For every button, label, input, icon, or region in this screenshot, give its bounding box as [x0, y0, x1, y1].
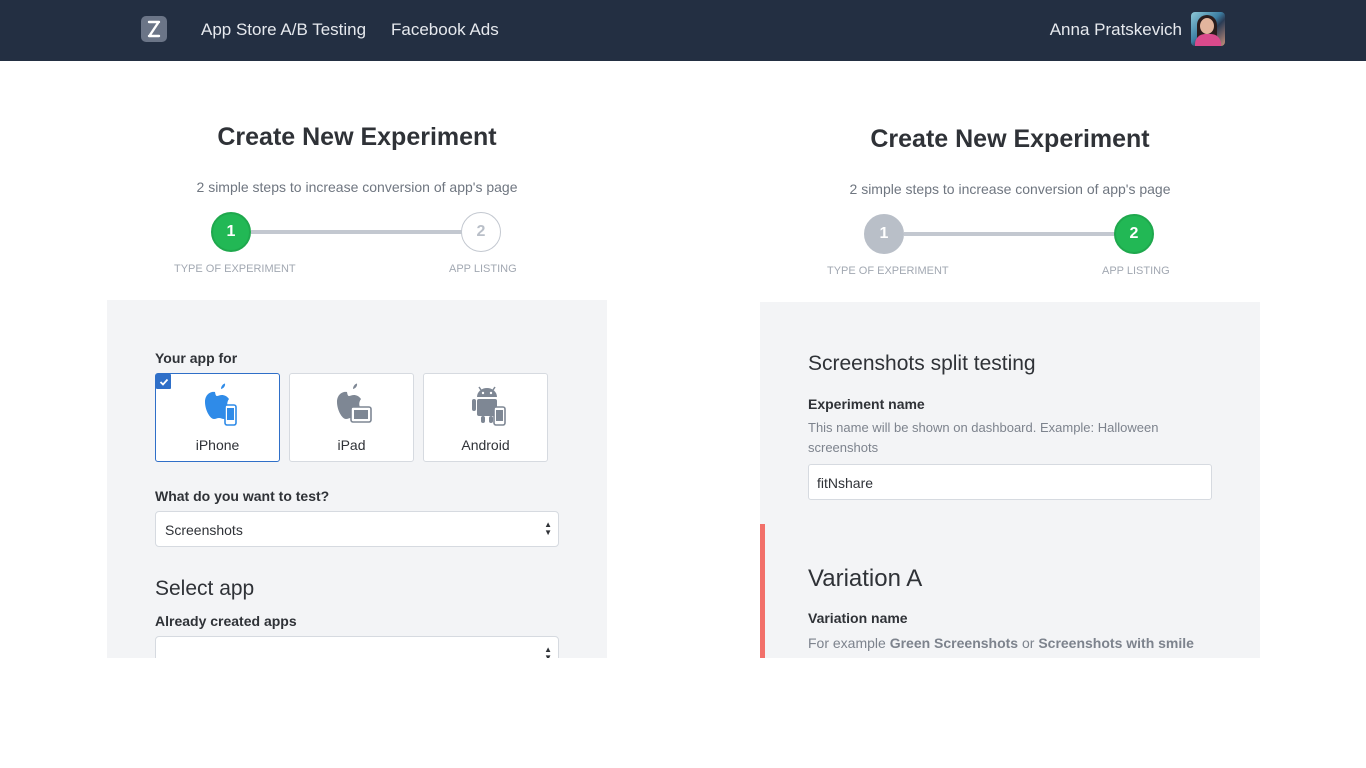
- page-title: Create New Experiment: [870, 125, 1150, 153]
- stepper-line: [904, 232, 1116, 236]
- variation-accent-bar: [760, 524, 765, 658]
- select-app-heading: Select app: [155, 577, 255, 600]
- page-subtitle: 2 simple steps to increase conversion of…: [849, 181, 1171, 197]
- top-navbar: App Store A/B Testing Facebook Ads Anna …: [0, 0, 1366, 61]
- step-1-label: TYPE OF EXPERIMENT: [174, 263, 296, 275]
- variation-name-help: For example Green Screenshots or Screens…: [808, 635, 1194, 651]
- experiment-name-value: fitNshare: [817, 475, 874, 491]
- nav-app-store-ab-testing[interactable]: App Store A/B Testing: [201, 20, 366, 40]
- experiment-name-label: Experiment name: [808, 396, 925, 412]
- what-to-test-label: What do you want to test?: [155, 488, 330, 504]
- select-arrows-icon: ▲ ▼: [544, 645, 552, 659]
- what-to-test-value: Screenshots: [165, 522, 243, 538]
- device-name-ipad: iPad: [337, 437, 366, 453]
- android-icon: [472, 386, 506, 426]
- step-2-circle[interactable]: 2: [1114, 214, 1154, 254]
- step-1-circle[interactable]: 1: [211, 212, 251, 252]
- device-name-android: Android: [461, 437, 510, 453]
- apple-iphone-icon: [205, 383, 237, 426]
- stepper-line: [251, 230, 463, 234]
- experiment-name-input[interactable]: fitNshare: [808, 464, 1212, 500]
- step-2-label: APP LISTING: [449, 263, 517, 275]
- step-1-circle[interactable]: 1: [864, 214, 904, 254]
- device-option-iphone[interactable]: iPhone: [155, 373, 280, 462]
- page-subtitle: 2 simple steps to increase conversion of…: [196, 179, 518, 195]
- select-arrows-icon: ▲ ▼: [544, 520, 552, 537]
- device-name-iphone: iPhone: [195, 437, 240, 453]
- step-2-label: APP LISTING: [1102, 265, 1170, 277]
- apple-ipad-icon: [337, 383, 372, 423]
- experiment-type-card: Your app for iPhone iPad Android What do…: [107, 300, 607, 658]
- app-logo-icon[interactable]: [141, 16, 167, 42]
- step-1-label: TYPE OF EXPERIMENT: [827, 265, 949, 277]
- user-avatar[interactable]: [1191, 12, 1225, 46]
- already-created-apps-select[interactable]: ▲ ▼: [155, 636, 559, 658]
- experiment-name-help: This name will be shown on dashboard. Ex…: [808, 420, 1159, 455]
- variation-a-heading: Variation A: [808, 565, 923, 592]
- nav-facebook-ads[interactable]: Facebook Ads: [391, 20, 499, 40]
- your-app-for-label: Your app for: [155, 350, 238, 366]
- device-option-android[interactable]: Android: [423, 373, 548, 462]
- device-option-ipad[interactable]: iPad: [289, 373, 414, 462]
- app-listing-card: Screenshots split testing Experiment nam…: [760, 302, 1260, 658]
- variation-name-label: Variation name: [808, 610, 908, 626]
- check-icon: [156, 374, 171, 389]
- step-2-circle[interactable]: 2: [461, 212, 501, 252]
- already-created-apps-label: Already created apps: [155, 613, 297, 629]
- screenshots-split-testing-heading: Screenshots split testing: [808, 352, 1036, 375]
- what-to-test-select[interactable]: Screenshots ▲ ▼: [155, 511, 559, 547]
- user-name[interactable]: Anna Pratskevich: [1050, 20, 1182, 40]
- page-title: Create New Experiment: [217, 123, 497, 151]
